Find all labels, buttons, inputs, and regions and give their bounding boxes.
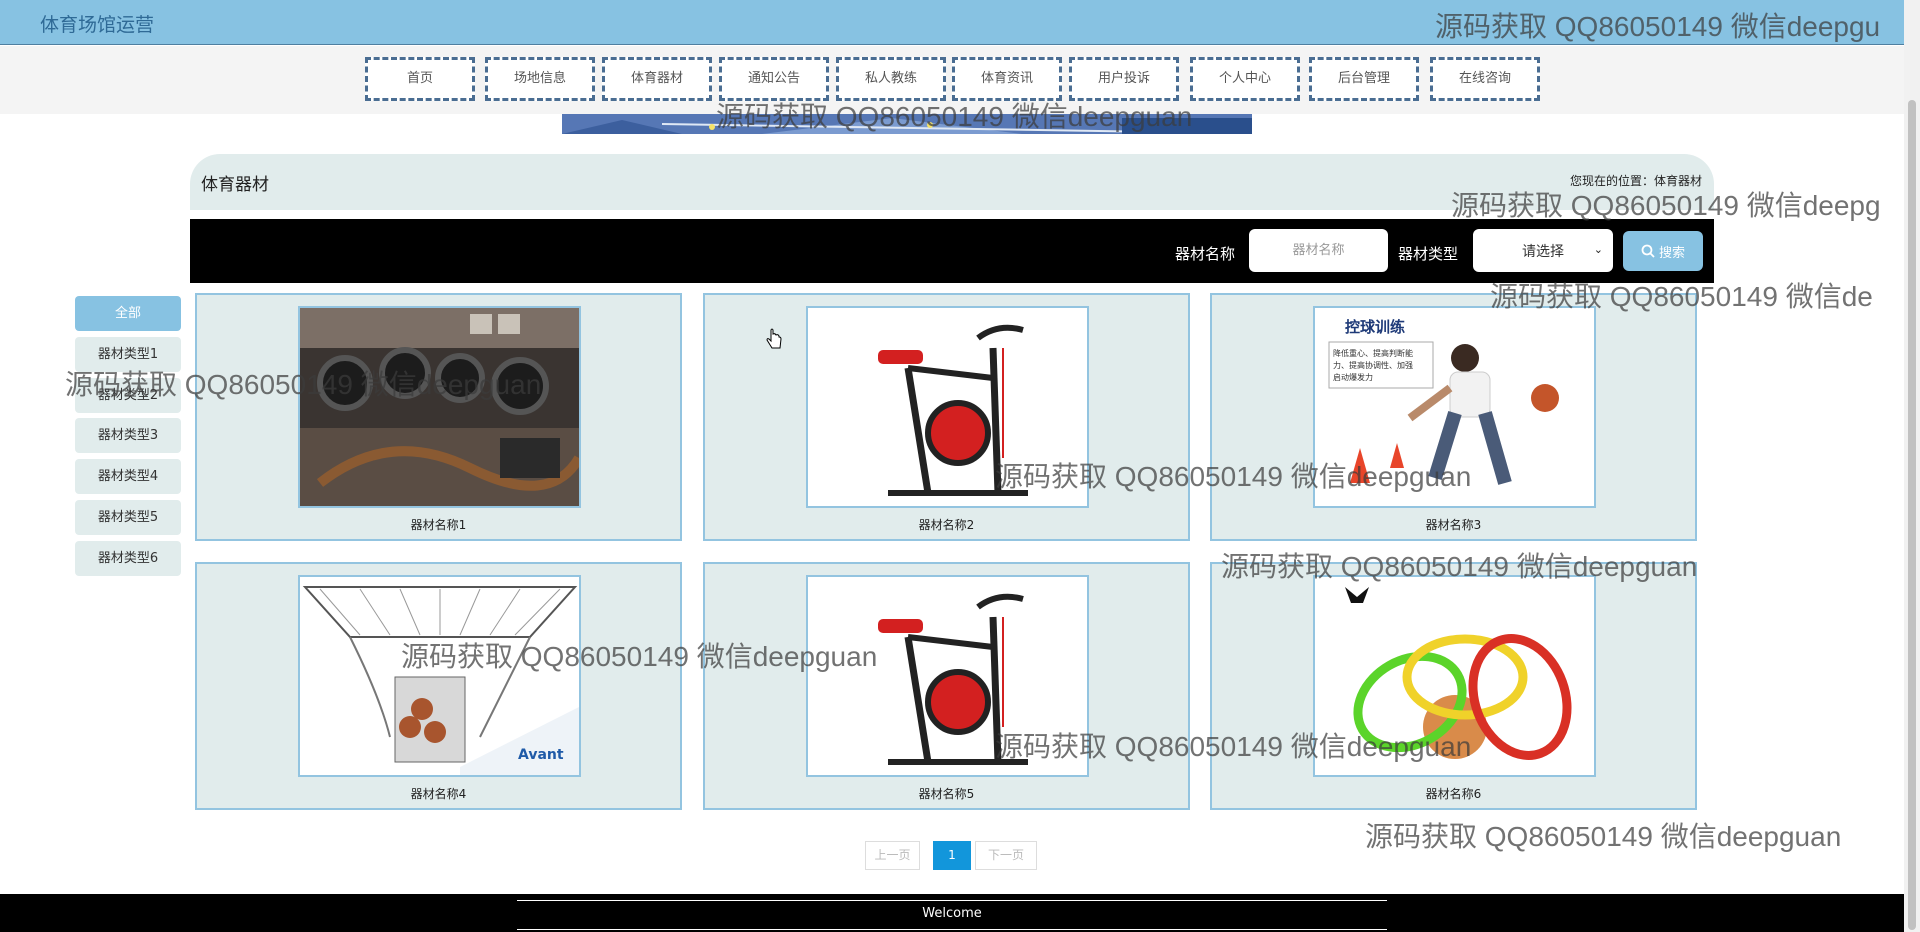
equipment-type-select[interactable]: 请选择 ⌄ — [1473, 229, 1613, 272]
current-location: 您现在的位置：体育器材 — [1569, 174, 1702, 188]
product-card[interactable]: Avant 器材名称4 — [195, 562, 682, 810]
product-name[interactable]: 器材名称1 — [197, 516, 680, 533]
watermark: 源码获取 QQ86050149 微信deepguan — [1365, 821, 1842, 852]
nav-venue-info[interactable]: 场地信息 — [485, 57, 595, 101]
nav-sports-news[interactable]: 体育资讯 — [952, 57, 1062, 101]
product-image-ball-control-training[interactable]: 控球训练 降低重心、提高判断能 力、提高协调性、加强 启动爆发力 — [1313, 306, 1596, 508]
banner-image — [562, 114, 1252, 134]
footer: Welcome — [0, 894, 1904, 932]
header-bar: 体育场馆运营 — [0, 0, 1904, 45]
nav-equipment[interactable]: 体育器材 — [602, 57, 712, 101]
training-heading: 控球训练 — [1345, 318, 1405, 336]
category-all[interactable]: 全部 — [75, 296, 181, 331]
product-name[interactable]: 器材名称2 — [705, 516, 1188, 533]
next-page-button[interactable]: 下一页 — [975, 841, 1037, 870]
nav-personal-trainer[interactable]: 私人教练 — [836, 57, 946, 101]
hand-cursor-icon — [766, 328, 782, 349]
equipment-name-label: 器材名称 — [1175, 245, 1236, 263]
brand-label: Avant — [518, 747, 564, 763]
nav-home[interactable]: 首页 — [365, 57, 475, 101]
site-title[interactable]: 体育场馆运营 — [40, 10, 154, 37]
equipment-type-selected: 请选择 — [1522, 243, 1564, 260]
equipment-name-input[interactable] — [1249, 229, 1388, 272]
product-name[interactable]: 器材名称3 — [1212, 516, 1695, 533]
nav-user-center[interactable]: 个人中心 — [1190, 57, 1300, 101]
product-name[interactable]: 器材名称6 — [1212, 785, 1695, 802]
product-name[interactable]: 器材名称4 — [197, 785, 680, 802]
nav-complaints[interactable]: 用户投诉 — [1069, 57, 1179, 101]
prev-page-button[interactable]: 上一页 — [865, 841, 920, 870]
category-type-5[interactable]: 器材类型5 — [75, 500, 181, 535]
footer-welcome: Welcome — [922, 906, 982, 921]
nav-notices[interactable]: 通知公告 — [719, 57, 829, 101]
product-card[interactable]: 控球训练 降低重心、提高判断能 力、提高协调性、加强 启动爆发力 器材名称3 — [1210, 293, 1697, 541]
nav-online-consult[interactable]: 在线咨询 — [1430, 57, 1540, 101]
product-card[interactable]: 器材名称6 — [1210, 562, 1697, 810]
footer-divider — [517, 929, 1387, 930]
scrollbar-thumb[interactable] — [1908, 100, 1916, 930]
main-nav: 首页 场地信息 体育器材 通知公告 私人教练 体育资讯 用户投诉 个人中心 后台… — [0, 46, 1904, 114]
search-bar: 器材名称 器材类型 请选择 ⌄ 搜索 — [190, 219, 1714, 283]
category-type-6[interactable]: 器材类型6 — [75, 541, 181, 576]
product-image-gym-tires[interactable] — [298, 306, 581, 508]
vertical-scrollbar[interactable] — [1904, 0, 1920, 932]
product-image-basketball-machine[interactable]: Avant — [298, 575, 581, 777]
training-text-line: 力、提高协调性、加强 — [1333, 360, 1413, 370]
product-image-agility-rings[interactable] — [1313, 575, 1596, 777]
search-button-label: 搜索 — [1658, 245, 1685, 261]
product-card[interactable]: 器材名称1 — [195, 293, 682, 541]
product-image-spin-bike[interactable] — [806, 306, 1089, 508]
nav-admin[interactable]: 后台管理 — [1309, 57, 1419, 101]
training-text-line: 降低重心、提高判断能 — [1333, 348, 1413, 358]
training-text-line: 启动爆发力 — [1333, 372, 1373, 382]
product-name[interactable]: 器材名称5 — [705, 785, 1188, 802]
product-image-spin-bike[interactable] — [806, 575, 1089, 777]
equipment-type-label: 器材类型 — [1398, 245, 1459, 263]
category-type-4[interactable]: 器材类型4 — [75, 459, 181, 494]
category-type-2[interactable]: 器材类型2 — [75, 378, 181, 413]
category-type-1[interactable]: 器材类型1 — [75, 337, 181, 372]
search-button[interactable]: 搜索 — [1623, 231, 1703, 271]
product-card[interactable]: 器材名称5 — [703, 562, 1190, 810]
page-1-button[interactable]: 1 — [933, 841, 971, 870]
search-icon — [1641, 244, 1655, 258]
breadcrumb: 体育器材 您现在的位置：体育器材 — [190, 154, 1714, 210]
page-title: 体育器材 — [201, 175, 269, 195]
footer-divider — [517, 900, 1387, 901]
category-type-3[interactable]: 器材类型3 — [75, 418, 181, 453]
chevron-down-icon: ⌄ — [1593, 243, 1603, 256]
